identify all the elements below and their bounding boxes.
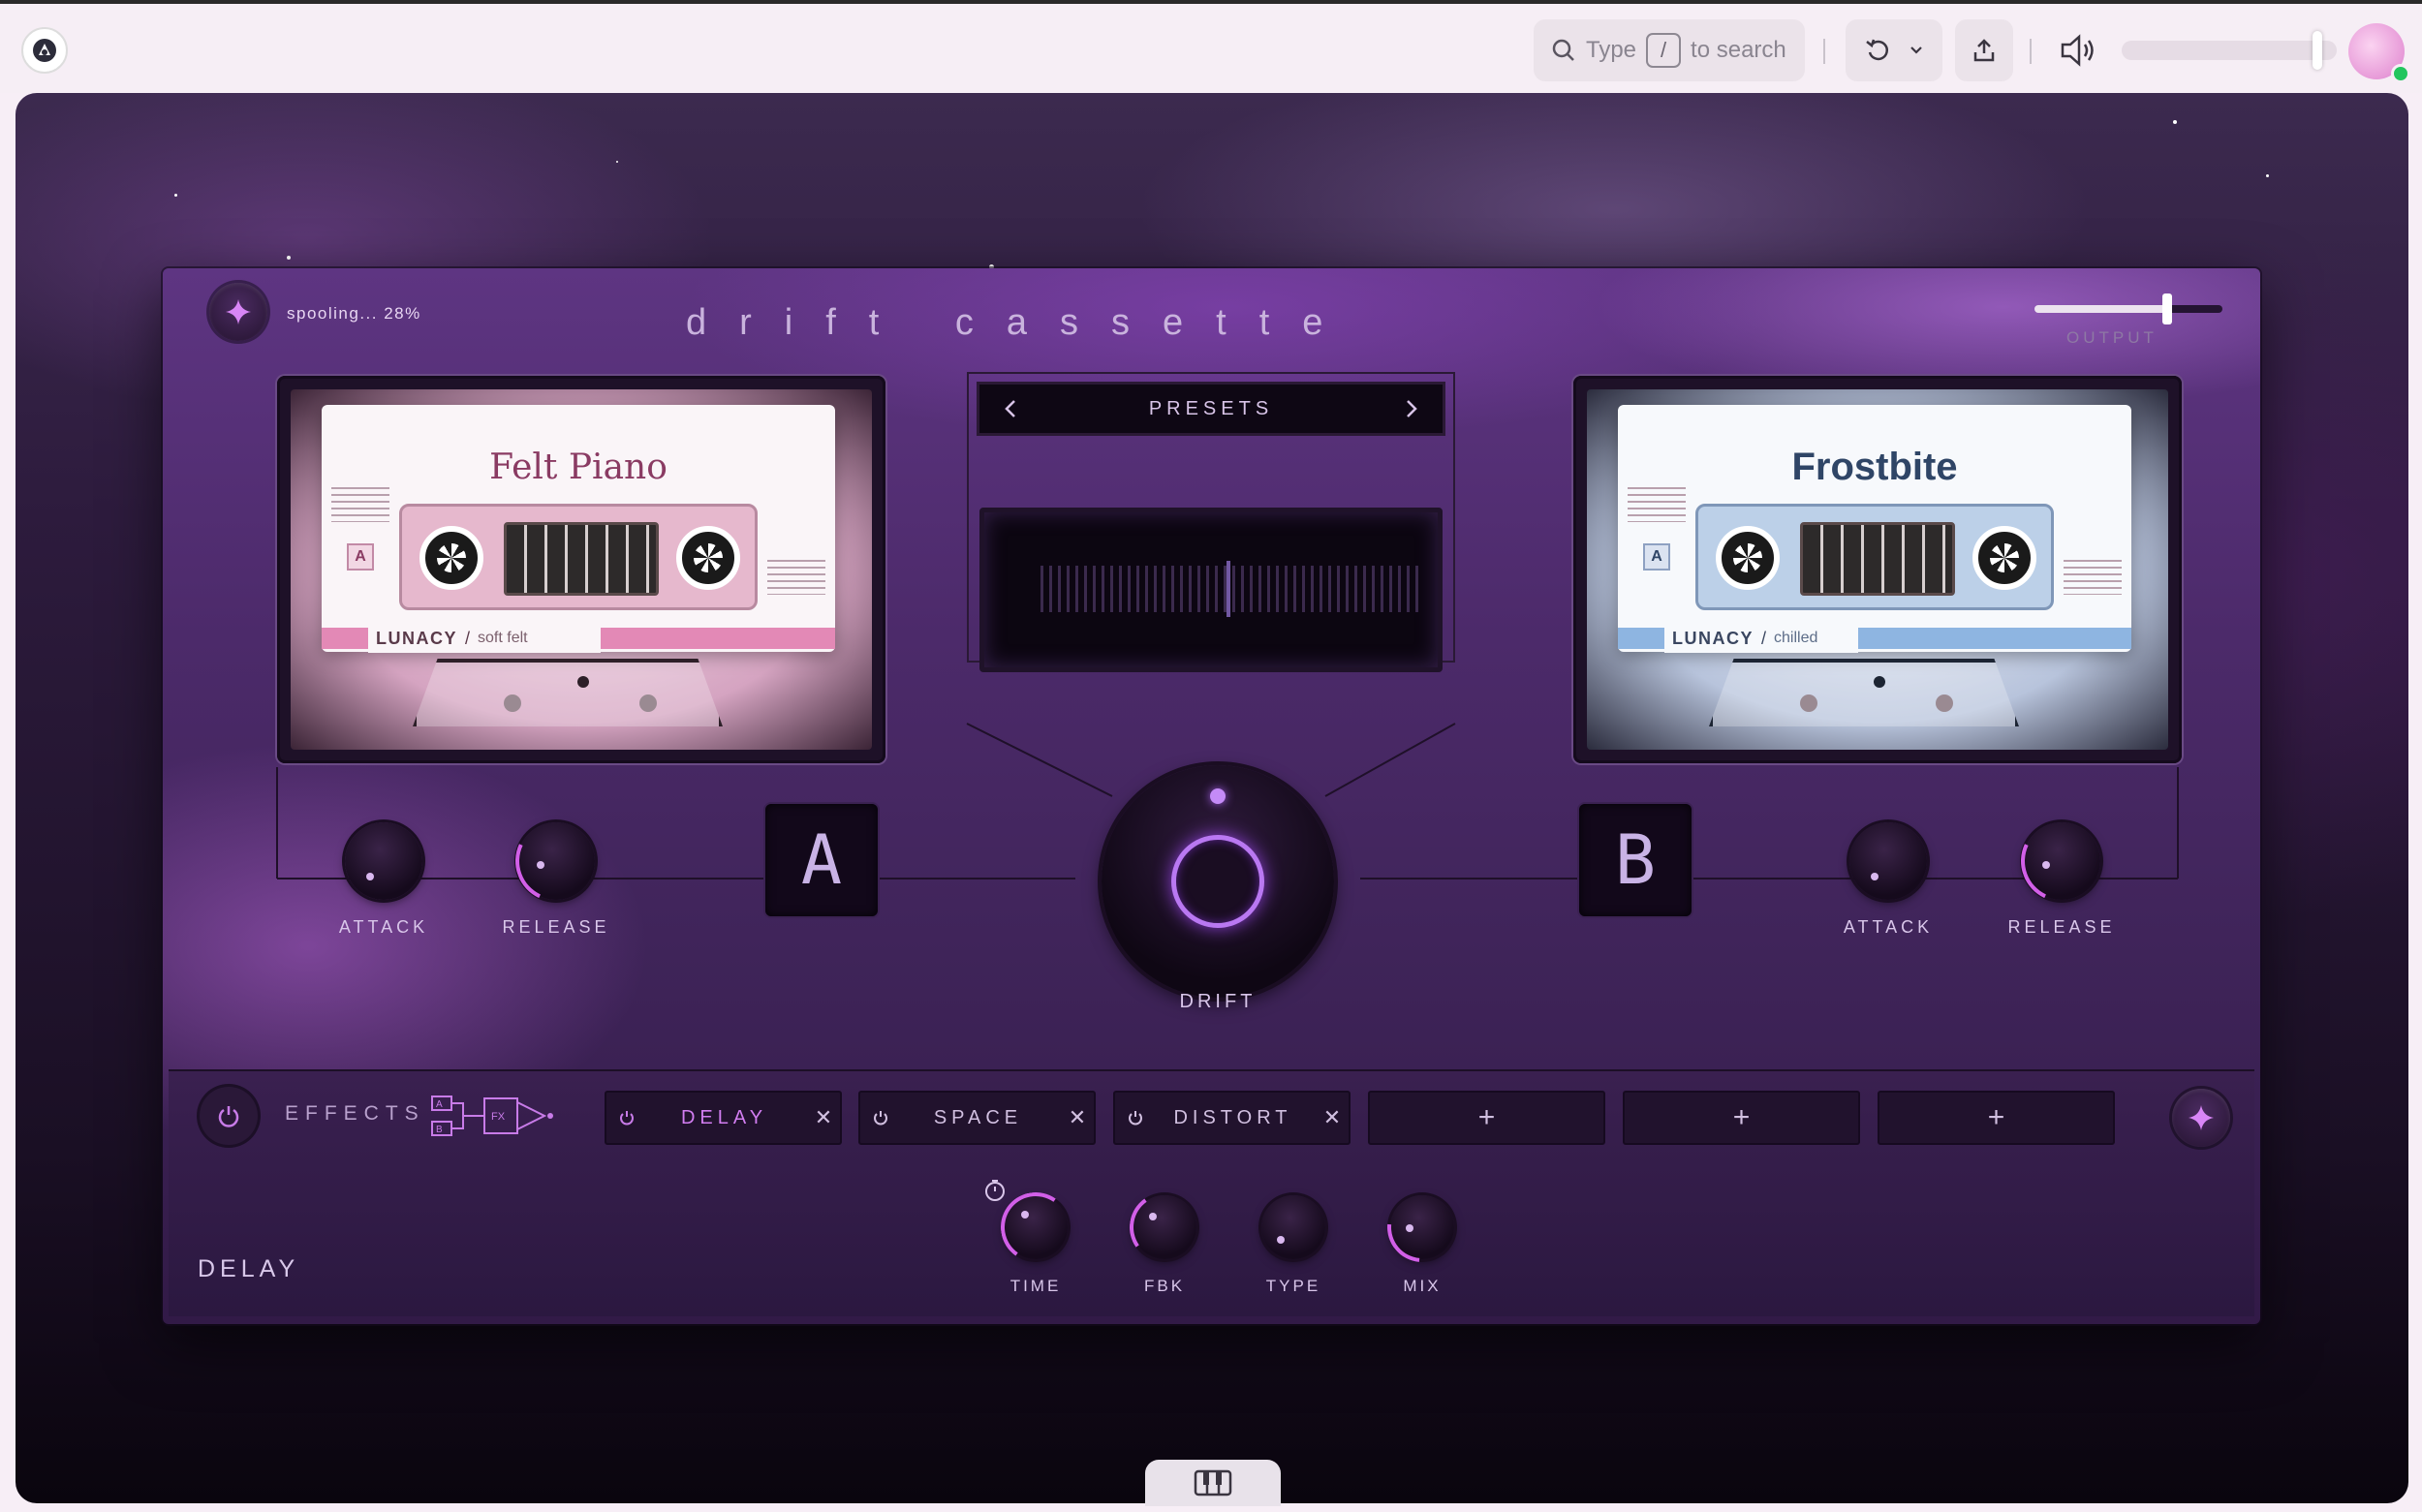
sparkle-button[interactable]	[2172, 1089, 2230, 1147]
keyboard-toggle[interactable]	[1145, 1460, 1281, 1506]
power-icon[interactable]	[1126, 1108, 1145, 1127]
effects-label: EFFECTS	[285, 1102, 425, 1125]
effects-power-button[interactable]	[200, 1087, 258, 1145]
piano-keyboard-icon	[1194, 1469, 1232, 1497]
add-fx-slot-button[interactable]: +	[1878, 1091, 2115, 1145]
attack-knob-a[interactable]	[345, 822, 422, 900]
deck-b-digit: B	[1579, 804, 1692, 916]
fx-slot-space[interactable]: SPACE ✕	[858, 1091, 1096, 1145]
share-button[interactable]	[1955, 19, 2013, 81]
search-icon	[1552, 39, 1574, 61]
search-shortcut-key: /	[1646, 33, 1682, 68]
timer-icon	[985, 1180, 1005, 1201]
feedback-label: FBK	[1143, 1277, 1186, 1295]
app-toolbar: Type / to search	[0, 4, 2422, 93]
undo-icon	[1866, 39, 1889, 61]
fx-chain-fx-label: FX	[491, 1111, 506, 1123]
attack-knob-b[interactable]	[1849, 822, 1927, 900]
fx-chain-a-label: A	[436, 1099, 443, 1110]
type-label: TYPE	[1265, 1277, 1321, 1295]
power-icon[interactable]	[617, 1108, 637, 1127]
search-box[interactable]: Type / to search	[1534, 19, 1805, 81]
close-icon[interactable]: ✕	[807, 1105, 840, 1130]
attack-label: ATTACK	[338, 917, 429, 937]
power-icon	[218, 1106, 239, 1127]
chevron-down-icon[interactable]	[1909, 43, 1924, 58]
toolbar-divider	[2030, 39, 2032, 64]
fx-slot-name: DELAY	[680, 1106, 768, 1128]
drift-label: DRIFT	[1179, 991, 1257, 1012]
fx-routing-diagram: A B FX	[430, 1093, 556, 1139]
mix-label: MIX	[1403, 1277, 1442, 1295]
volume-slider[interactable]	[2122, 31, 2337, 70]
fx-slot-name: DISTORT	[1173, 1106, 1292, 1128]
share-icon	[1973, 39, 1995, 62]
fx-slot-name: SPACE	[933, 1106, 1023, 1128]
attack-label: ATTACK	[1843, 917, 1934, 937]
fx-slot-distort[interactable]: DISTORT ✕	[1113, 1091, 1351, 1145]
release-knob-a[interactable]	[504, 809, 608, 913]
close-icon[interactable]: ✕	[1316, 1105, 1349, 1130]
selected-fx-name: DELAY	[198, 1255, 300, 1282]
add-fx-slot-button[interactable]: +	[1368, 1091, 1605, 1145]
add-fx-slot-button[interactable]: +	[1623, 1091, 1860, 1145]
deck-a-digit: A	[765, 804, 878, 916]
plugin-stage: spooling... 28% drift cassette OUTPUT Fe…	[16, 93, 2408, 1503]
fx-chain-b-label: B	[436, 1125, 443, 1135]
search-prefix: Type	[1586, 37, 1637, 63]
type-knob[interactable]	[1261, 1195, 1325, 1259]
undo-button[interactable]	[1846, 19, 1942, 81]
release-label: RELEASE	[502, 917, 610, 937]
fx-slot-delay[interactable]: DELAY ✕	[605, 1091, 842, 1145]
online-status-dot	[2391, 64, 2410, 83]
drift-knob[interactable]	[1102, 765, 1334, 998]
drift-cassette-plugin: spooling... 28% drift cassette OUTPUT Fe…	[163, 268, 2260, 1324]
release-knob-b[interactable]	[2009, 809, 2114, 913]
volume-slider-thumb[interactable]	[2313, 31, 2323, 70]
sparkle-icon	[2189, 1105, 2214, 1130]
close-icon[interactable]: ✕	[1061, 1105, 1094, 1130]
effects-rack: EFFECTS A B FX DELAY ✕ SPACE ✕ DISTORT ✕…	[169, 1069, 2254, 1316]
feedback-knob[interactable]	[1124, 1187, 1205, 1268]
toolbar-divider	[1823, 39, 1825, 64]
speaker-icon[interactable]	[2059, 33, 2099, 68]
release-label: RELEASE	[2007, 917, 2116, 937]
search-suffix: to search	[1691, 37, 1786, 63]
power-icon[interactable]	[871, 1108, 890, 1127]
time-knob[interactable]	[995, 1187, 1076, 1268]
app-logo-icon[interactable]	[21, 27, 68, 74]
mix-knob[interactable]	[1373, 1178, 1472, 1277]
time-label: TIME	[1009, 1277, 1062, 1295]
